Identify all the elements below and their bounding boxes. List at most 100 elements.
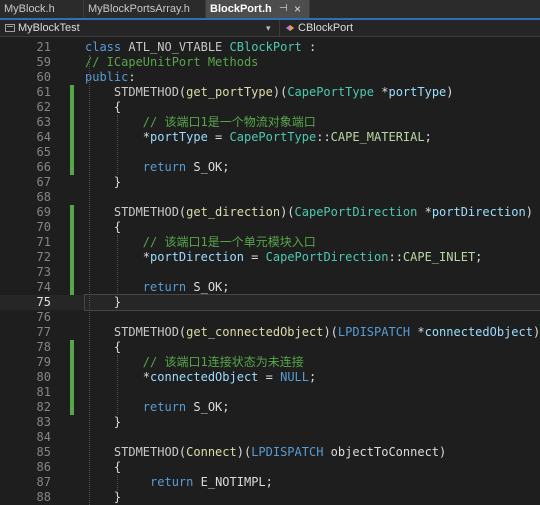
- change-marker: [70, 400, 74, 415]
- code-line[interactable]: 68: [0, 190, 540, 205]
- code-line[interactable]: 85 STDMETHOD(Connect)(LPDISPATCH objectT…: [0, 445, 540, 460]
- line-number: 74: [36, 280, 51, 294]
- change-marker: [70, 280, 74, 295]
- code-token: STDMETHOD: [85, 445, 179, 459]
- change-marker: [70, 100, 74, 115]
- code-line[interactable]: 87 return E_NOTIMPL;: [0, 475, 540, 490]
- code-line[interactable]: 21 class ATL_NO_VTABLE CBlockPort :: [0, 40, 540, 55]
- code-token: portDirection: [150, 250, 244, 264]
- line-number: 66: [36, 160, 51, 174]
- code-line[interactable]: 82 return S_OK;: [0, 400, 540, 415]
- change-marker: [70, 385, 74, 400]
- code-token: }: [85, 415, 122, 429]
- code-line[interactable]: 72 *portDirection = CapePortDirection::C…: [0, 250, 540, 265]
- line-number: 61: [36, 85, 51, 99]
- code-line[interactable]: 76: [0, 310, 540, 325]
- indent-guide: [89, 55, 90, 505]
- code-line[interactable]: 83 }: [0, 415, 540, 430]
- code-line[interactable]: 78 {: [0, 340, 540, 355]
- line-number: 87: [36, 475, 51, 489]
- code-token: ATL_NO_VTABLE: [128, 40, 230, 54]
- code-token: {: [85, 340, 122, 354]
- code-line[interactable]: 62 {: [0, 100, 540, 115]
- change-marker: [70, 160, 74, 175]
- code-token: ;: [424, 130, 432, 144]
- code-line[interactable]: 81: [0, 385, 540, 400]
- code-text: STDMETHOD(Connect)(LPDISPATCH objectToCo…: [85, 445, 540, 460]
- code-line[interactable]: 79 // 该端口1连接状态为未连接: [0, 355, 540, 370]
- code-token: =: [207, 130, 230, 144]
- line-number: 64: [36, 130, 51, 144]
- code-line[interactable]: 71 // 该端口1是一个单元模块入口: [0, 235, 540, 250]
- code-line[interactable]: 73: [0, 265, 540, 280]
- code-token: NULL: [280, 370, 309, 384]
- scope-dropdown[interactable]: CBlockPort: [281, 20, 540, 36]
- code-token: connectedObject: [424, 325, 533, 339]
- tab-myblockportsarray-h[interactable]: MyBlockPortsArray.h: [84, 0, 206, 18]
- code-line[interactable]: 59 // ICapeUnitPort Methods: [0, 55, 540, 70]
- code-token: class: [85, 40, 129, 54]
- line-number: 83: [36, 415, 51, 429]
- code-line[interactable]: 66 return S_OK;: [0, 160, 540, 175]
- code-line[interactable]: 84: [0, 430, 540, 445]
- code-text: {: [85, 220, 540, 235]
- code-token: get_connectedObject: [186, 325, 324, 339]
- code-line[interactable]: 74 return S_OK;: [0, 280, 540, 295]
- code-token: STDMETHOD: [85, 205, 179, 219]
- code-token: LPDISPATCH: [337, 325, 411, 339]
- code-line[interactable]: 88 }: [0, 490, 540, 505]
- code-token: =: [243, 250, 266, 264]
- code-line[interactable]: 77 STDMETHOD(get_connectedObject)(LPDISP…: [0, 325, 540, 340]
- code-line[interactable]: 60 public:: [0, 70, 540, 85]
- code-text: }: [85, 175, 540, 190]
- line-number: 86: [36, 460, 51, 474]
- code-token: CBlockPort: [229, 40, 302, 54]
- class-icon: [286, 25, 294, 32]
- code-line[interactable]: 63 // 该端口1是一个物流对象端口: [0, 115, 540, 130]
- close-tab-icon[interactable]: ×: [294, 0, 301, 18]
- code-token: // 该端口1是一个单元模块入口: [85, 235, 316, 249]
- pin-tab-icon[interactable]: ⊣: [279, 0, 288, 18]
- code-token: Connect: [186, 445, 237, 459]
- code-line[interactable]: 67 }: [0, 175, 540, 190]
- code-line[interactable]: 86 {: [0, 460, 540, 475]
- indent-guide: [117, 355, 118, 415]
- code-text: return S_OK;: [85, 160, 540, 175]
- line-number: 67: [36, 175, 51, 189]
- change-marker: [70, 220, 74, 235]
- line-number: 70: [36, 220, 51, 234]
- tab-blockport-h[interactable]: BlockPort.h ⊣ ×: [206, 0, 310, 18]
- code-line[interactable]: 70 {: [0, 220, 540, 235]
- project-dropdown[interactable]: MyBlockTest ▾: [0, 20, 280, 36]
- code-line[interactable]: 80 *connectedObject = NULL;: [0, 370, 540, 385]
- code-token: return: [150, 475, 194, 489]
- code-token: portDirection: [431, 205, 526, 219]
- tab-label: BlockPort.h: [210, 3, 272, 15]
- code-line[interactable]: 64 *portType = CapePortType::CAPE_MATERI…: [0, 130, 540, 145]
- code-token: ;: [309, 370, 317, 384]
- change-marker: [70, 355, 74, 370]
- tab-myblock-h[interactable]: MyBlock.h: [0, 0, 84, 18]
- change-marker: [70, 265, 74, 280]
- line-number: 65: [36, 145, 51, 159]
- change-marker: [70, 115, 74, 130]
- code-editor[interactable]: 21 class ATL_NO_VTABLE CBlockPort : 59 // I…: [0, 37, 540, 505]
- code-line[interactable]: 65: [0, 145, 540, 160]
- line-number: 69: [36, 205, 51, 219]
- code-text: // 该端口1是一个物流对象端口: [85, 115, 540, 130]
- code-token: get_direction: [186, 205, 281, 219]
- code-token: objectToConnect): [323, 445, 447, 459]
- code-token: :: [128, 70, 136, 84]
- code-line[interactable]: 75 }: [0, 294, 540, 311]
- code-token: get_portType: [186, 85, 273, 99]
- code-token: CapePortType: [287, 85, 375, 99]
- code-line[interactable]: 61 STDMETHOD(get_portType)(CapePortType …: [0, 85, 540, 100]
- code-token: )(: [280, 205, 295, 219]
- change-marker: [70, 130, 74, 145]
- code-token: )(: [236, 445, 252, 459]
- code-token: )(: [272, 85, 288, 99]
- code-line[interactable]: 69 STDMETHOD(get_direction)(CapePortDire…: [0, 205, 540, 220]
- code-token: return: [142, 400, 187, 414]
